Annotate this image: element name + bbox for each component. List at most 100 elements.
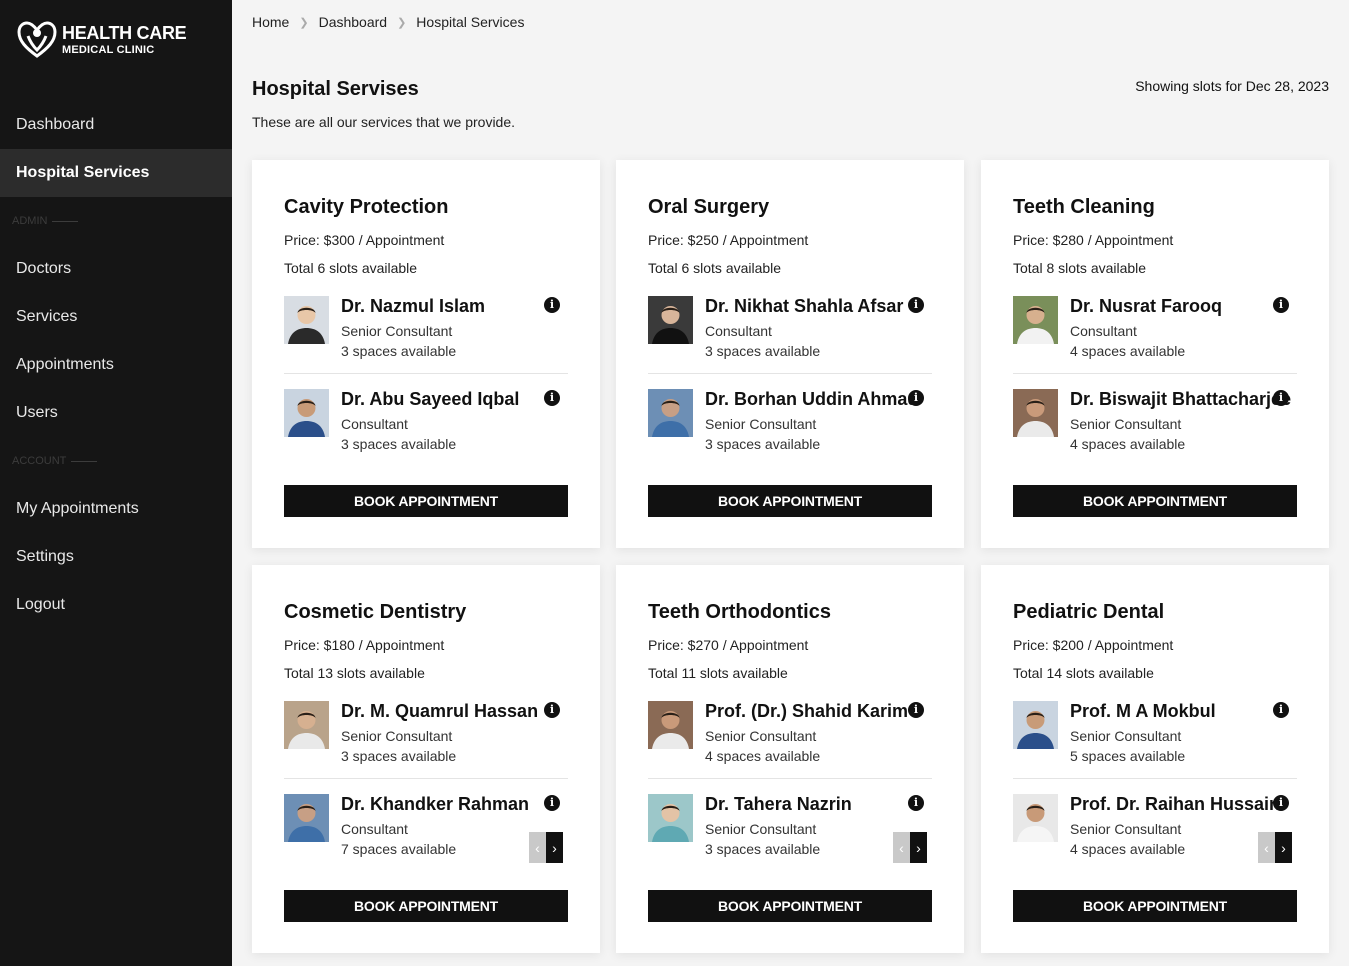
service-price: Price: $300 / Appointment [284, 232, 445, 248]
page-description: These are all our services that we provi… [252, 114, 516, 130]
service-card-teeth-cleaning: Teeth Cleaning Price: $280 / Appointment T… [981, 160, 1329, 548]
doctor-name: Prof. Dr. Raihan Hussain [1070, 794, 1281, 814]
info-icon[interactable]: i [908, 702, 924, 718]
service-total-slots: Total 8 slots available [1013, 260, 1147, 276]
sidebar-item-services[interactable]: Services [0, 293, 232, 341]
sidebar-nav: Dashboard Hospital Services ADMIN Doctors Se… [0, 101, 232, 629]
doctor-photo [284, 296, 329, 344]
doctor-title: Consultant [705, 323, 772, 339]
service-card-cosmetic-dentistry: Cosmetic Dentistry Price: $180 / Appointm… [252, 565, 600, 953]
chevron-right-icon[interactable]: › [546, 832, 563, 863]
doctor-spaces: 7 spaces available [341, 841, 457, 857]
sidebar-item-my-appointments[interactable]: My Appointments [0, 485, 232, 533]
divider [52, 220, 79, 222]
book-appointment-button[interactable]: BOOK APPOINTMENT [1013, 890, 1297, 922]
info-icon[interactable]: i [1273, 297, 1289, 313]
doctor-item[interactable]: Dr. Nazmul Islam Senior Consultant 3 space… [284, 296, 568, 374]
nav-section-account: ACCOUNT [0, 437, 232, 485]
service-title: Cavity Protection [284, 196, 449, 218]
book-appointment-button[interactable]: BOOK APPOINTMENT [648, 890, 932, 922]
doctor-item[interactable]: Dr. M. Quamrul Hassan Senior Consultant 3 … [284, 701, 568, 779]
doctor-title: Senior Consultant [705, 416, 817, 432]
doctor-item[interactable]: Dr. Tahera Nazrin Senior Consultant 3 spac… [648, 794, 932, 874]
doctor-item[interactable]: Prof. Dr. Raihan Hussain Senior Consultan… [1013, 794, 1297, 874]
doctor-spaces: 5 spaces available [1070, 748, 1186, 764]
doctor-photo [648, 389, 693, 437]
service-card-cavity-protection: Cavity Protection Price: $300 / Appointme… [252, 160, 600, 548]
sidebar-item-doctors[interactable]: Doctors [0, 245, 232, 293]
breadcrumb-dashboard[interactable]: Dashboard [319, 14, 388, 30]
service-total-slots: Total 13 slots available [284, 665, 425, 681]
doctor-item[interactable]: Dr. Abu Sayeed Iqbal Consultant 3 spaces a… [284, 389, 568, 469]
doctor-photo [648, 296, 693, 344]
doctor-name: Dr. Nusrat Farooq [1070, 296, 1223, 316]
chevron-left-icon[interactable]: ‹ [1258, 832, 1275, 863]
nav-section-label: ADMIN [12, 215, 48, 227]
book-appointment-button[interactable]: BOOK APPOINTMENT [284, 890, 568, 922]
chevron-right-icon[interactable]: › [1275, 832, 1292, 863]
doctor-item[interactable]: Dr. Nusrat Farooq Consultant 4 spaces avai… [1013, 296, 1297, 374]
breadcrumb-current: Hospital Services [416, 14, 525, 30]
doctor-photo [1013, 296, 1058, 344]
doctor-item[interactable]: Dr. Borhan Uddin Ahmad Senior Consultant 3… [648, 389, 932, 469]
service-card-teeth-orthodontics: Teeth Orthodontics Price: $270 / Appointm… [616, 565, 964, 953]
sidebar-item-hospital-services[interactable]: Hospital Services [0, 149, 232, 197]
info-icon[interactable]: i [1273, 702, 1289, 718]
info-icon[interactable]: i [544, 795, 560, 811]
sidebar-item-logout[interactable]: Logout [0, 581, 232, 629]
slot-date-label: Showing slots for Dec 28, 2023 [1135, 78, 1329, 94]
sidebar: HEALTH CARE MEDICAL CLINIC Dashboard Hosp… [0, 0, 232, 966]
sidebar-item-appointments[interactable]: Appointments [0, 341, 232, 389]
doctor-spaces: 3 spaces available [705, 436, 821, 452]
divider [71, 460, 98, 462]
doctor-item[interactable]: Dr. Nikhat Shahla Afsar Consultant 3 space… [648, 296, 932, 374]
brand-title: HEALTH CARE [62, 23, 187, 43]
doctor-item[interactable]: Prof. (Dr.) Shahid Karim Senior Consultan… [648, 701, 932, 779]
book-appointment-button[interactable]: BOOK APPOINTMENT [284, 485, 568, 517]
service-price: Price: $280 / Appointment [1013, 232, 1174, 248]
sidebar-item-users[interactable]: Users [0, 389, 232, 437]
info-icon[interactable]: i [908, 795, 924, 811]
doctor-title: Senior Consultant [341, 323, 453, 339]
chevron-left-icon[interactable]: ‹ [893, 832, 910, 863]
doctor-item[interactable]: Dr. Biswajit Bhattacharjee Senior Consult… [1013, 389, 1297, 469]
service-title: Teeth Cleaning [1013, 196, 1155, 218]
brand-subtitle: MEDICAL CLINIC [62, 44, 155, 56]
doctor-name: Dr. Biswajit Bhattacharjee [1070, 389, 1292, 409]
doctor-name: Prof. M A Mokbul [1070, 701, 1216, 721]
doctor-name: Dr. Khandker Rahman [341, 794, 530, 814]
service-title: Oral Surgery [648, 196, 770, 218]
info-icon[interactable]: i [1273, 795, 1289, 811]
doctor-name: Prof. (Dr.) Shahid Karim [705, 701, 909, 721]
doctor-spaces: 3 spaces available [341, 436, 457, 452]
service-total-slots: Total 11 slots available [648, 665, 788, 681]
info-icon[interactable]: i [544, 390, 560, 406]
doctor-photo [284, 701, 329, 749]
breadcrumb-home[interactable]: Home [252, 14, 289, 30]
book-appointment-button[interactable]: BOOK APPOINTMENT [648, 485, 932, 517]
doctor-name: Dr. Abu Sayeed Iqbal [341, 389, 520, 409]
chevron-right-icon: ❯ [397, 16, 407, 29]
chevron-right-icon: ❯ [299, 16, 309, 29]
doctor-item[interactable]: Dr. Khandker Rahman Consultant 7 spaces av… [284, 794, 568, 874]
doctor-title: Senior Consultant [705, 821, 817, 837]
book-appointment-button[interactable]: BOOK APPOINTMENT [1013, 485, 1297, 517]
main-content: Home ❯ Dashboard ❯ Hospital Services Hos… [232, 0, 1349, 966]
sidebar-item-dashboard[interactable]: Dashboard [0, 101, 232, 149]
chevron-left-icon[interactable]: ‹ [529, 832, 546, 863]
service-title: Pediatric Dental [1013, 601, 1165, 623]
doctor-title: Senior Consultant [705, 728, 817, 744]
doctor-spaces: 4 spaces available [1070, 841, 1186, 857]
service-total-slots: Total 6 slots available [284, 260, 418, 276]
info-icon[interactable]: i [908, 297, 924, 313]
info-icon[interactable]: i [544, 702, 560, 718]
clinic-logo[interactable]: HEALTH CARE MEDICAL CLINIC [16, 20, 187, 60]
chevron-right-icon[interactable]: › [910, 832, 927, 863]
info-icon[interactable]: i [908, 390, 924, 406]
doctor-carousel-controls: ‹ › [1258, 832, 1292, 863]
doctor-spaces: 3 spaces available [705, 343, 821, 359]
sidebar-item-settings[interactable]: Settings [0, 533, 232, 581]
doctor-item[interactable]: Prof. M A Mokbul Senior Consultant 5 space… [1013, 701, 1297, 779]
info-icon[interactable]: i [544, 297, 560, 313]
info-icon[interactable]: i [1273, 390, 1289, 406]
